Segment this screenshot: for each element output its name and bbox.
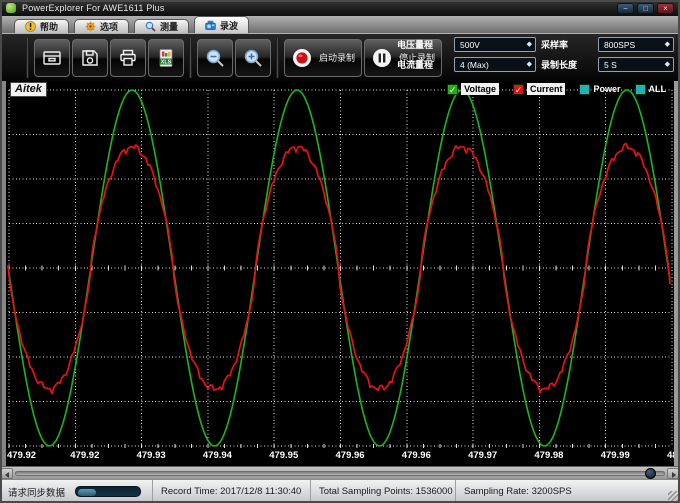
record-length-value: 5 S	[604, 60, 665, 70]
chart-legend: ✓ Voltage ✓ Current Power ALL	[447, 83, 666, 95]
wave-record-icon	[205, 20, 216, 31]
x-axis-label: 479.94	[203, 450, 232, 461]
legend-label: ALL	[649, 84, 667, 94]
resize-grip[interactable]	[668, 491, 678, 501]
current-range-label: 电流量程	[397, 58, 449, 71]
status-bar: 请求同步数据 Record Time: 2017/12/8 11:30:40 T…	[0, 479, 680, 503]
waveform-chart: Aitek ✓ Voltage ✓ Current Power ALL	[0, 81, 680, 466]
tab-options[interactable]: 选项	[74, 19, 129, 33]
dropdown-arrow-icon: ◆	[527, 61, 532, 68]
maximize-button[interactable]: □	[637, 3, 654, 14]
current-range-value: 4 (Max)	[460, 60, 527, 70]
zoom-in-button[interactable]	[235, 39, 271, 77]
title-bar: PowerExplorer For AWE1611 Plus − □ ×	[0, 0, 680, 16]
floppy-disk-icon	[79, 47, 101, 69]
minimize-button[interactable]: −	[617, 3, 634, 14]
voltage-checkbox[interactable]: ✓	[447, 84, 458, 95]
x-axis-label: 479.97	[468, 450, 497, 461]
toolbar-separator	[276, 38, 279, 78]
scrollbar-track[interactable]	[15, 471, 665, 476]
scrollbar-right-arrow[interactable]	[667, 468, 679, 479]
legend-item-current: ✓ Current	[513, 83, 566, 95]
zoom-out-button[interactable]	[197, 39, 233, 77]
x-axis-label: 479.92	[70, 450, 99, 461]
sync-progress-bar	[75, 486, 141, 497]
horizontal-scrollbar[interactable]	[0, 466, 680, 479]
window-title: PowerExplorer For AWE1611 Plus	[22, 3, 165, 13]
x-axis-label: 479.93	[137, 450, 166, 461]
settings-panel: 电压量程 500V ◆ 采样率 800SPS ◆ 电流量程 4 (Max) ◆ …	[397, 37, 674, 72]
x-axis-label: 479.96	[402, 450, 431, 461]
folder-icon	[41, 47, 63, 69]
toolbar-separator	[189, 38, 192, 78]
sample-rate-label: 采样率	[541, 38, 593, 51]
tab-label: 测量	[160, 20, 178, 33]
tab-wave-record[interactable]: 录波	[194, 16, 249, 33]
svg-text:XLS: XLS	[161, 59, 172, 65]
print-button[interactable]	[110, 39, 146, 77]
x-axis-label: 48	[667, 450, 674, 461]
start-record-button[interactable]: 启动录制	[284, 39, 362, 77]
toolbar-separator	[26, 38, 29, 78]
legend-item-voltage: ✓ Voltage	[447, 83, 499, 95]
voltage-range-label: 电压量程	[397, 38, 449, 51]
tab-label: 录波	[220, 19, 238, 32]
open-file-button[interactable]	[34, 39, 70, 77]
record-length-select[interactable]: 5 S ◆	[598, 57, 674, 72]
voltage-range-select[interactable]: 500V ◆	[454, 37, 536, 52]
zoom-in-icon	[242, 47, 264, 69]
dropdown-arrow-icon: ◆	[527, 41, 532, 48]
x-axis-label: 479.98	[534, 450, 563, 461]
scrollbar-left-arrow[interactable]	[1, 468, 13, 479]
all-checkbox[interactable]	[635, 84, 646, 95]
export-xls-button[interactable]: XLS	[148, 39, 184, 77]
app-icon	[6, 3, 16, 13]
sync-status-text: 请求同步数据	[8, 485, 65, 499]
dropdown-arrow-icon: ◆	[665, 61, 670, 68]
tab-help[interactable]: 帮助	[14, 19, 69, 33]
sample-rate-value: 800SPS	[604, 40, 665, 50]
sample-rate-select[interactable]: 800SPS ◆	[598, 37, 674, 52]
record-dot-icon	[291, 47, 313, 69]
options-gear-icon	[85, 21, 96, 32]
x-axis-label: 479.92	[7, 450, 36, 461]
voltage-range-value: 500V	[460, 40, 527, 50]
close-button[interactable]: ×	[657, 3, 674, 14]
brand-logo: Aitek	[10, 82, 47, 97]
sampling-rate-text: Sampling Rate: 3200SPS	[464, 486, 572, 497]
xls-export-icon: XLS	[155, 47, 177, 69]
legend-label: Current	[527, 83, 566, 95]
start-record-label: 启动录制	[319, 51, 355, 64]
pause-icon	[371, 47, 393, 69]
tab-label: 帮助	[40, 20, 58, 33]
legend-label: Power	[593, 84, 620, 94]
power-checkbox[interactable]	[579, 84, 590, 95]
legend-label: Voltage	[461, 83, 499, 95]
legend-item-all: ALL	[635, 84, 667, 95]
record-length-label: 录制长度	[541, 58, 593, 71]
measure-magnifier-icon	[145, 21, 156, 32]
total-points-text: Total Sampling Points: 1536000	[319, 486, 453, 497]
current-checkbox[interactable]: ✓	[513, 84, 524, 95]
x-axis-labels: 479.92 479.92 479.93 479.94 479.95 479.96 479.…	[6, 450, 674, 463]
dropdown-arrow-icon: ◆	[665, 41, 670, 48]
save-button[interactable]	[72, 39, 108, 77]
legend-item-power: Power	[579, 84, 620, 95]
printer-icon	[117, 47, 139, 69]
x-axis-label: 479.95	[269, 450, 298, 461]
zoom-out-icon	[204, 47, 226, 69]
app-window: PowerExplorer For AWE1611 Plus − □ × 帮助 …	[0, 0, 680, 503]
waveform-canvas	[6, 81, 674, 466]
tab-label: 选项	[100, 20, 118, 33]
scrollbar-thumb[interactable]	[645, 468, 656, 479]
x-axis-label: 479.96	[336, 450, 365, 461]
help-icon	[25, 21, 36, 32]
current-range-select[interactable]: 4 (Max) ◆	[454, 57, 536, 72]
tab-bar: 帮助 选项 测量 录波	[0, 16, 680, 33]
tab-measure[interactable]: 测量	[134, 19, 189, 33]
record-time-text: Record Time: 2017/12/8 11:30:40	[161, 486, 301, 497]
x-axis-label: 479.99	[601, 450, 630, 461]
